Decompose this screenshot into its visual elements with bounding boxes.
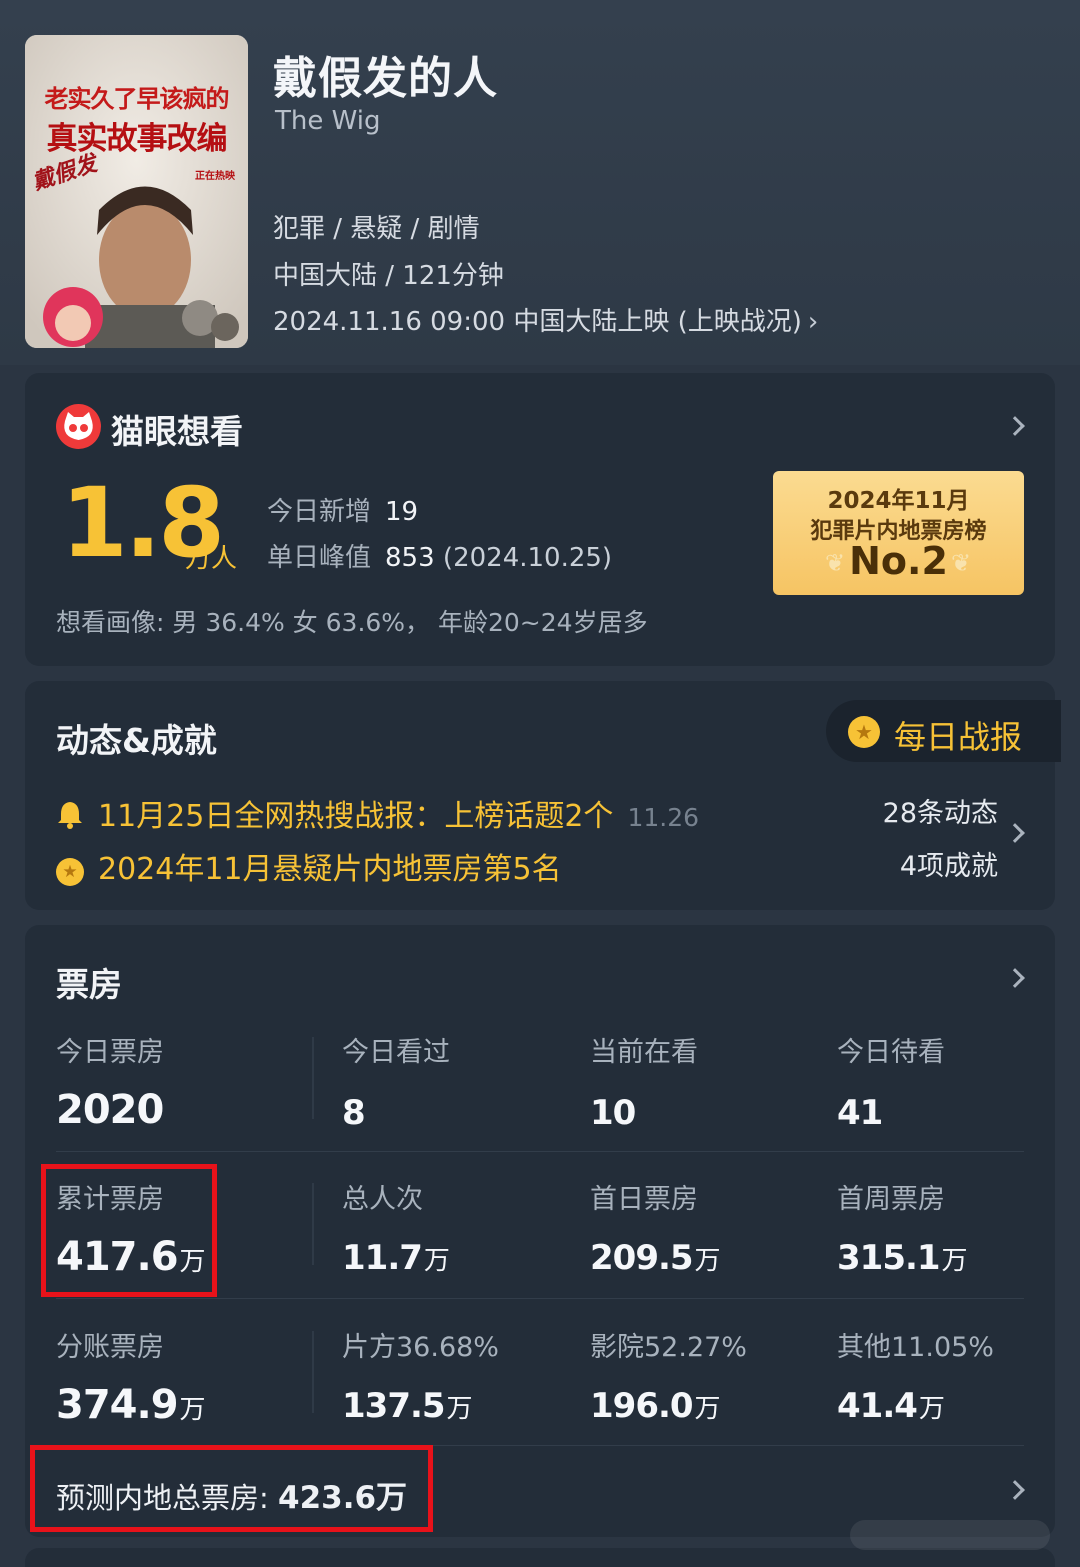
peak-label: 单日峰值 [267,543,372,573]
stat-today-watched: 今日看过 8 [342,1030,450,1133]
release-link[interactable]: 2024.11.16 09:00 中国大陆上映 (上映战况) › [273,301,818,338]
divider [56,1151,1024,1152]
stat-label: 今日票房 [56,1037,164,1068]
divider [56,1298,1024,1299]
stat-label: 片方36.68% [342,1332,499,1363]
audience-portrait: 想看画像: 男 36.4% 女 63.6%， 年龄20~24岁居多 [56,608,648,637]
want-unit: 万人 [185,544,238,574]
peak-stat: 单日峰值 853 (2024.10.25) [267,537,612,574]
stat-value: 196.0万 [590,1386,721,1426]
highlight-box-forecast [30,1445,433,1532]
stat-value: 374.9万 [56,1382,206,1428]
today-new-value: 19 [385,497,419,527]
peak-value: 853 [385,543,435,573]
divider [312,1331,314,1413]
stat-other-share: 其他11.05% 41.4万 [837,1325,994,1426]
medal-icon [848,716,880,748]
rank-badge[interactable]: 2024年11月 犯罪片内地票房榜 No.2 ❦ ❦ [773,471,1024,595]
news-count: 28条动态 [882,798,998,829]
today-new-label: 今日新增 [267,497,372,527]
stat-value: 8 [342,1093,366,1133]
stat-label: 今日待看 [837,1037,945,1068]
news-item-date: 11.26 [627,803,700,832]
stat-value: 315.1万 [837,1238,968,1278]
movie-genres: 犯罪 / 悬疑 / 剧情 [273,214,480,244]
maoyan-cat-icon [56,404,101,449]
medal-icon [56,856,84,886]
poster-tagline: 老实久了早该疯的 [44,84,230,113]
chevron-right-icon[interactable] [1005,823,1025,843]
box-office-title: 票房 [56,965,122,1004]
chevron-right-icon: › [807,307,819,337]
movie-poster[interactable]: 老实久了早该疯的 真实故事改编 戴假发 正在热映 [25,35,248,348]
stat-label: 分账票房 [56,1332,164,1363]
next-card [25,1548,1055,1567]
rank-value: No.2 [849,539,948,583]
stat-producer-share: 片方36.68% 137.5万 [342,1325,499,1426]
stat-value: 10 [590,1093,636,1133]
poster-badge: 正在热映 [195,171,235,182]
movie-title: 戴假发的人 [273,53,498,104]
laurel-right-icon: ❦ [951,549,972,577]
stat-label: 今日看过 [342,1037,450,1068]
achievement-item[interactable]: 2024年11月悬疑片内地票房第5名 [56,844,562,888]
box-office-card[interactable]: 票房 今日票房 2020 今日看过 8 当前在看 10 今日待看 41 累计票房… [25,925,1055,1537]
chevron-right-icon[interactable] [1005,1480,1025,1500]
peak-date: (2024.10.25) [442,543,613,573]
highlight-box-cumulative [41,1164,217,1297]
laurel-left-icon: ❦ [825,549,846,577]
watermark [850,1520,1050,1550]
bell-icon [56,799,84,837]
chevron-right-icon[interactable] [1005,416,1025,436]
divider [312,1037,314,1119]
chevron-right-icon[interactable] [1005,968,1025,988]
stat-value: 137.5万 [342,1386,473,1426]
stat-value: 209.5万 [590,1238,721,1278]
stat-label: 其他11.05% [837,1332,994,1363]
stat-value: 11.7万 [342,1238,450,1278]
stat-label: 影院52.27% [590,1332,747,1363]
stat-watching-now: 当前在看 10 [590,1030,698,1133]
divider [312,1183,314,1265]
news-item-text: 11月25日全网热搜战报：上榜话题2个 [98,799,614,834]
stat-cinema-share: 影院52.27% 196.0万 [590,1325,747,1426]
stat-split-box-office: 分账票房 374.9万 [56,1325,206,1428]
daily-report-button[interactable]: 每日战报 [826,700,1061,762]
stat-label: 首周票房 [837,1184,945,1215]
news-achievements-card[interactable]: 动态&成就 每日战报 11月25日全网热搜战报：上榜话题2个 11.26 2024… [25,681,1061,910]
movie-region-runtime: 中国大陆 / 121分钟 [273,261,504,291]
stat-want-today: 今日待看 41 [837,1030,945,1133]
stat-today-box-office: 今日票房 2020 [56,1030,164,1133]
movie-header: 老实久了早该疯的 真实故事改编 戴假发 正在热映 戴假发的人 The Wig 犯… [0,0,1080,365]
want-to-see-card[interactable]: 猫眼想看 1.8 万人 今日新增 19 单日峰值 853 (2024.10.25) … [25,373,1055,666]
stat-label: 首日票房 [590,1184,698,1215]
stat-label: 当前在看 [590,1037,698,1068]
want-title: 猫眼想看 [111,412,243,451]
stat-value: 41.4万 [837,1386,945,1426]
stat-first-day: 首日票房 209.5万 [590,1177,721,1278]
stat-total-admissions: 总人次 11.7万 [342,1177,450,1278]
rank-period: 2024年11月 [827,488,970,514]
release-text: 2024.11.16 09:00 中国大陆上映 (上映战况) [273,307,802,337]
achievement-text: 2024年11月悬疑片内地票房第5名 [98,852,562,887]
news-item-hot-search[interactable]: 11月25日全网热搜战报：上榜话题2个 11.26 [56,791,699,837]
daily-report-label: 每日战报 [894,718,1023,756]
stat-value: 41 [837,1093,883,1133]
stat-label: 总人次 [342,1184,423,1215]
poster-headline: 真实故事改编 [46,121,228,157]
achievement-count: 4项成就 [899,851,998,882]
movie-subtitle: The Wig [275,106,381,136]
stat-value: 2020 [56,1087,164,1133]
today-new-stat: 今日新增 19 [267,491,418,528]
news-title: 动态&成就 [56,721,217,760]
stat-first-week: 首周票房 315.1万 [837,1177,968,1278]
